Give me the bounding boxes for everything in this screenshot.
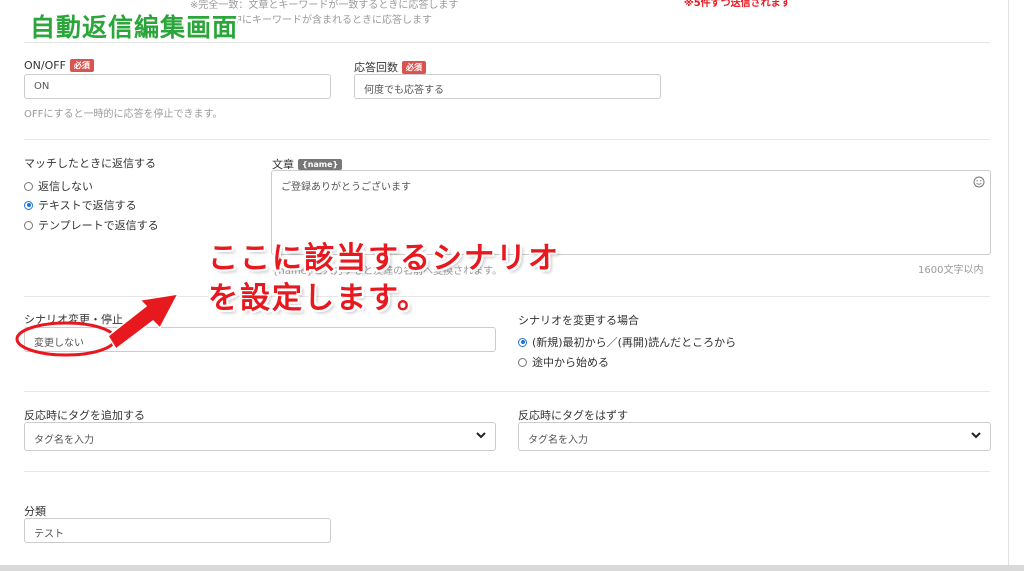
- annotation-ellipse: [15, 321, 117, 357]
- annotation-arrow-icon: [107, 293, 180, 351]
- horizontal-scrollbar[interactable]: [0, 565, 1024, 571]
- annotation-overlay: [15, 293, 180, 357]
